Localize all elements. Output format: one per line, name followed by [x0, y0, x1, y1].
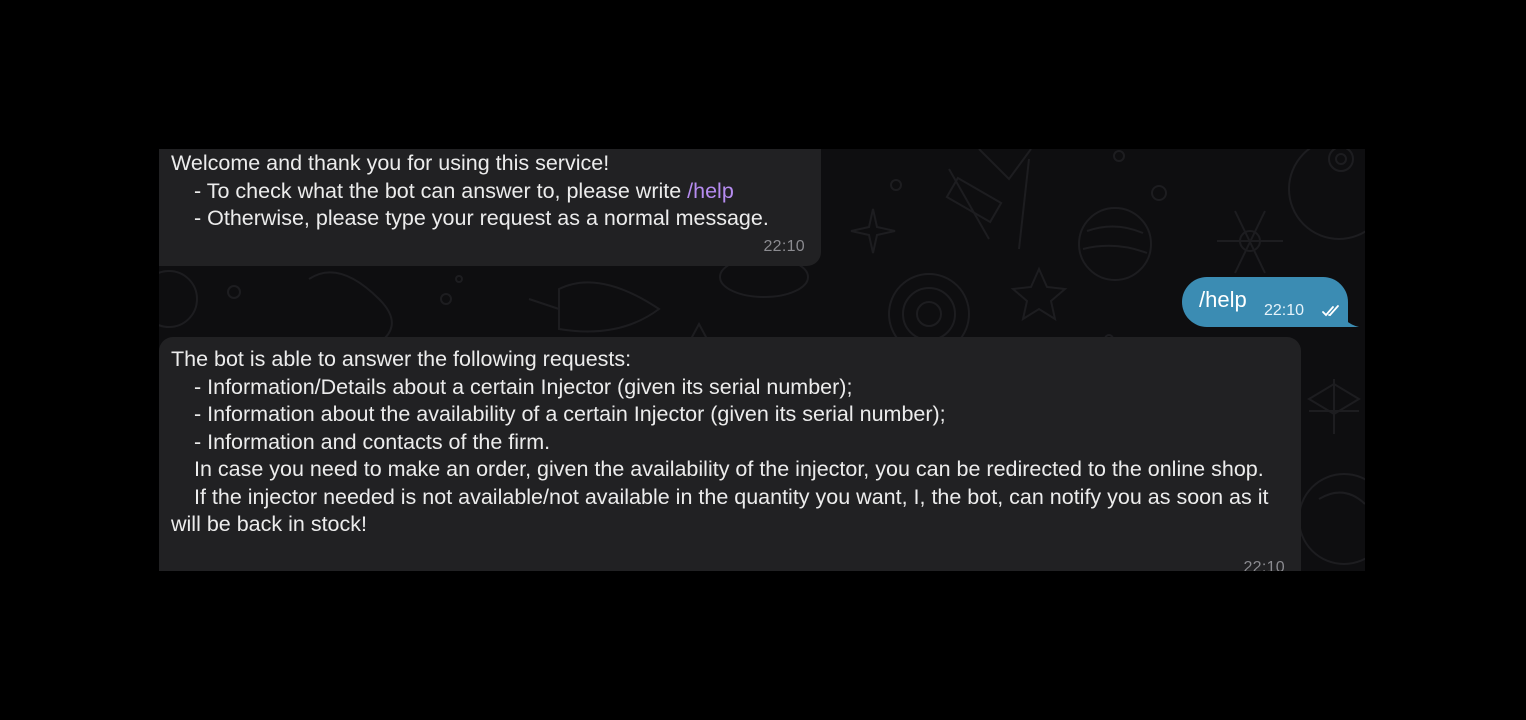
message-timestamp: 22:10 [1243, 559, 1285, 571]
message-line: If the injector needed is not available/… [171, 484, 1269, 537]
message-line: The bot is able to answer the following … [171, 347, 632, 371]
message-line: - Information about the availability of … [194, 402, 946, 426]
chat-area[interactable]: Welcome and thank you for using this ser… [159, 149, 1365, 571]
message-timestamp: 22:10 [763, 237, 805, 255]
message-line: - To check what the bot can answer to, p… [171, 178, 809, 206]
incoming-message-requests[interactable]: The bot is able to answer the following … [159, 337, 1301, 571]
message-line: - Otherwise, please type your request as… [194, 206, 769, 230]
message-line-text: - To check what the bot can answer to, p… [194, 178, 688, 203]
incoming-message-welcome[interactable]: Welcome and thank you for using this ser… [159, 149, 821, 266]
double-check-icon [1322, 305, 1339, 317]
message-line: Welcome and thank you for using this ser… [171, 151, 610, 175]
message-line: - Information/Details about a certain In… [194, 374, 853, 399]
message-timestamp: 22:10 [1264, 302, 1305, 319]
help-command-link[interactable]: /help [687, 179, 734, 203]
outgoing-message-help[interactable]: /help 22:10 [1182, 277, 1348, 327]
message-line: In case you need to make an order, given… [194, 457, 1264, 481]
message-line: - Information and contacts of the firm. [194, 429, 551, 454]
outgoing-message-text: /help [1199, 287, 1247, 312]
